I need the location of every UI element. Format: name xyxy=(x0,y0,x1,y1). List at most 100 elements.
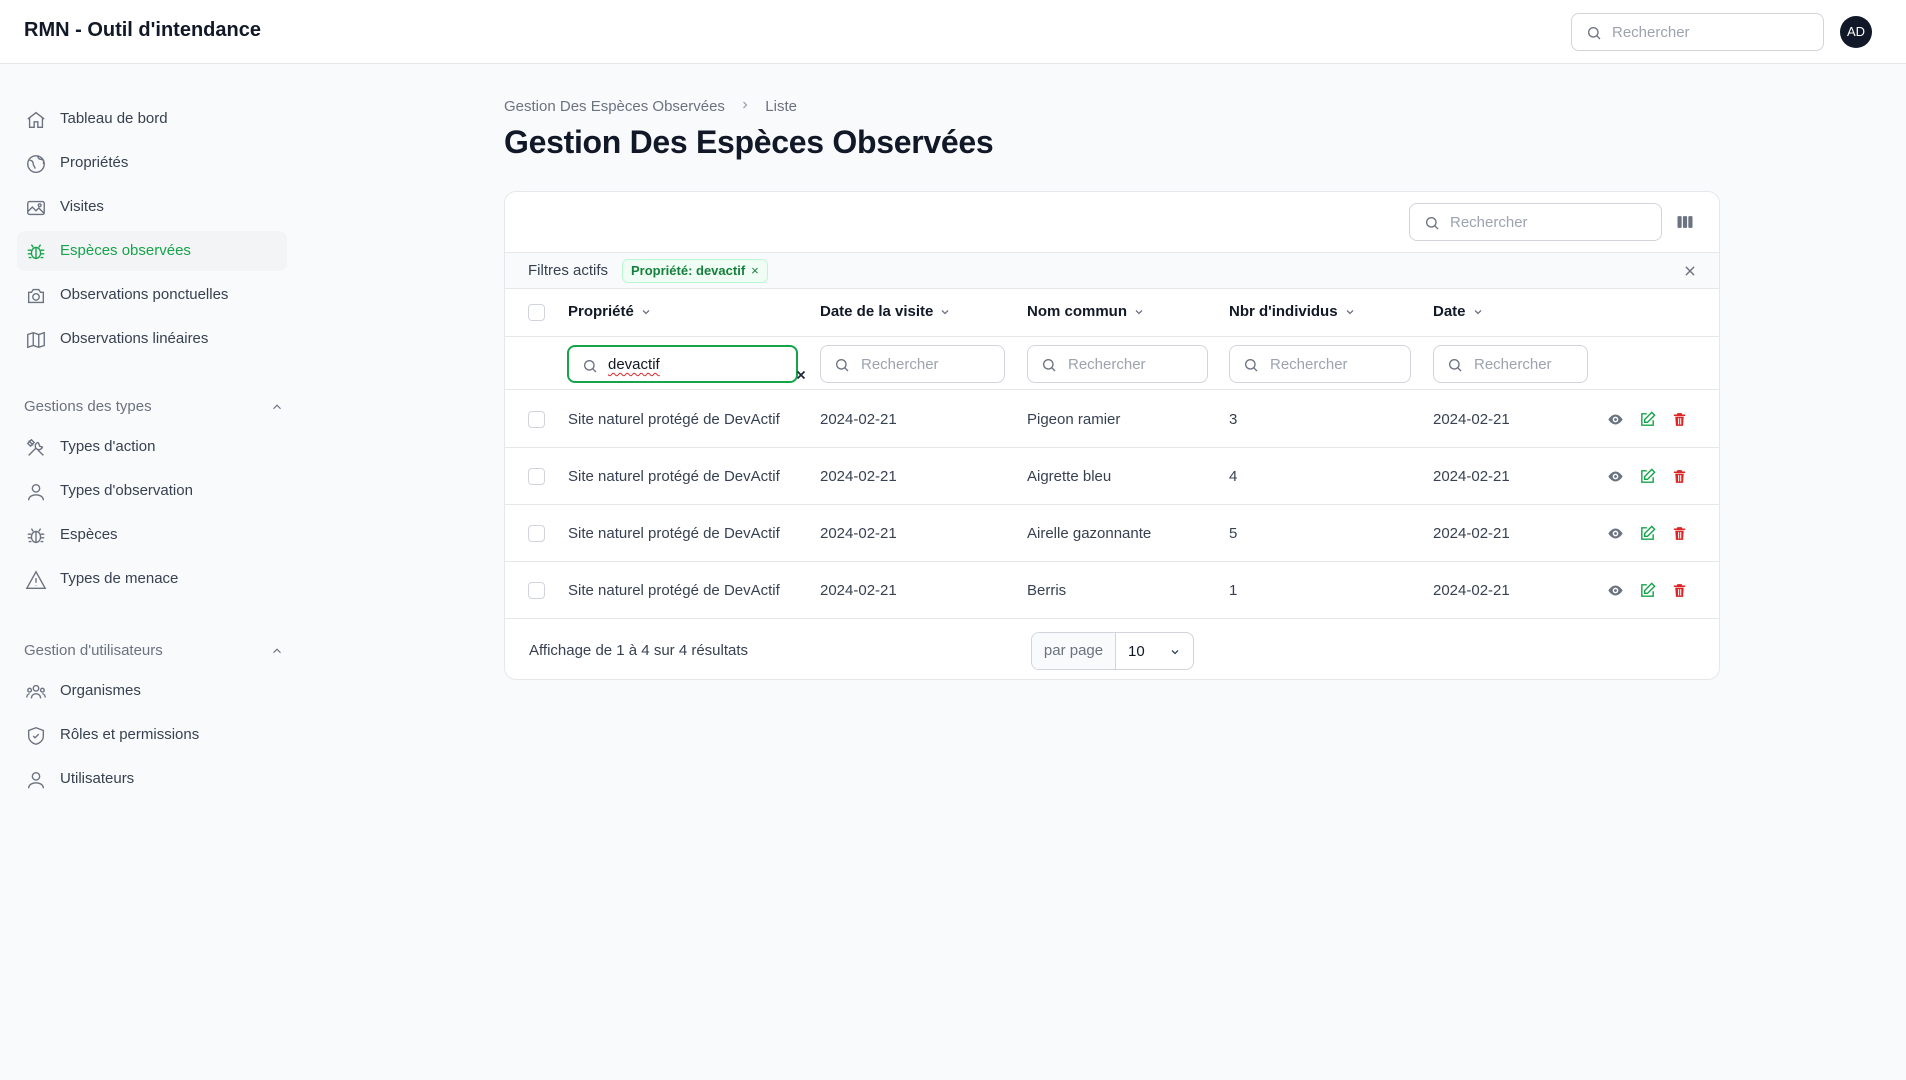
cell-date: 2024-02-21 xyxy=(1433,582,1510,599)
filter-input-nbr-individus[interactable]: Rechercher xyxy=(1229,345,1411,383)
edit-icon[interactable] xyxy=(1639,411,1656,433)
bug-icon xyxy=(27,244,45,260)
filter-placeholder: Rechercher xyxy=(861,356,939,373)
sidebar-item-label: Organismes xyxy=(60,682,141,699)
table-panel: Rechercher Filtres actifs Propriété: dev… xyxy=(504,191,1720,680)
cell-nbr-individus: 3 xyxy=(1229,411,1238,428)
filter-input-date[interactable]: Rechercher xyxy=(1433,345,1588,383)
row-checkbox[interactable] xyxy=(528,468,545,485)
column-header-nbr-individus[interactable]: Nbr d'individus xyxy=(1229,303,1356,320)
chevron-down-icon xyxy=(642,310,650,315)
delete-icon[interactable] xyxy=(1671,525,1688,547)
sidebar-item-types-observation[interactable]: Types d'observation xyxy=(17,471,287,511)
sidebar-item-tableau-de-bord[interactable]: Tableau de bord xyxy=(17,99,287,139)
users-group-icon xyxy=(26,684,46,699)
table-header: Propriété Date de la visite Nom commun N… xyxy=(505,289,1719,337)
avatar[interactable]: AD xyxy=(1840,16,1872,48)
column-header-date-visite[interactable]: Date de la visite xyxy=(820,303,951,320)
filter-input-date-visite[interactable]: Rechercher xyxy=(820,345,1005,383)
filter-placeholder: Rechercher xyxy=(1270,356,1348,373)
table-row[interactable]: Site naturel protégé de DevActif 2024-02… xyxy=(505,562,1719,619)
column-header-nom-commun[interactable]: Nom commun xyxy=(1027,303,1145,320)
cell-date: 2024-02-21 xyxy=(1433,468,1510,485)
user-icon xyxy=(27,771,45,789)
sidebar-item-especes-observees[interactable]: Espèces observées xyxy=(17,231,287,271)
cell-date-visite: 2024-02-21 xyxy=(820,525,897,542)
table-row[interactable]: Site naturel protégé de DevActif 2024-02… xyxy=(505,391,1719,448)
cell-date-visite: 2024-02-21 xyxy=(820,468,897,485)
sidebar-item-organismes[interactable]: Organismes xyxy=(17,671,287,711)
filter-input-propriete[interactable]: devactif xyxy=(567,345,806,383)
table-row[interactable]: Site naturel protégé de DevActif 2024-02… xyxy=(505,505,1719,562)
row-checkbox[interactable] xyxy=(528,525,545,542)
sidebar-group-utilisateurs[interactable]: Gestion d'utilisateurs xyxy=(24,639,284,663)
global-search-placeholder: Rechercher xyxy=(1612,24,1690,41)
sidebar-item-types-menace[interactable]: Types de menace xyxy=(17,559,287,599)
search-icon xyxy=(836,359,849,372)
global-search-input[interactable]: Rechercher xyxy=(1571,13,1824,51)
sidebar-item-roles-permissions[interactable]: Rôles et permissions xyxy=(17,715,287,755)
column-label: Nbr d'individus xyxy=(1229,303,1338,320)
view-icon[interactable] xyxy=(1607,525,1624,547)
sidebar-group-label: Gestions des types xyxy=(24,398,152,415)
view-icon[interactable] xyxy=(1607,468,1624,490)
column-toggle-button[interactable] xyxy=(1675,212,1695,237)
clear-filters-button[interactable] xyxy=(1683,264,1697,283)
cell-nom-commun: Berris xyxy=(1027,582,1067,599)
cell-nom-commun: Pigeon ramier xyxy=(1027,411,1121,428)
cell-nom-commun: Aigrette bleu xyxy=(1027,468,1112,485)
sidebar-item-observations-lineaires[interactable]: Observations linéaires xyxy=(17,319,287,359)
column-label: Propriété xyxy=(568,303,634,320)
per-page-select[interactable]: par page 10 xyxy=(1031,632,1194,670)
app-title[interactable]: RMN - Outil d'intendance xyxy=(24,19,261,42)
sidebar-item-label: Propriétés xyxy=(60,154,129,171)
sidebar-item-visites[interactable]: Visites xyxy=(17,187,287,227)
remove-filter-icon[interactable]: × xyxy=(751,263,759,278)
column-header-date[interactable]: Date xyxy=(1433,303,1484,320)
cell-nbr-individus: 1 xyxy=(1229,582,1238,599)
filter-chip[interactable]: Propriété: devactif × xyxy=(622,259,768,283)
chevron-right-icon xyxy=(739,98,751,115)
edit-icon[interactable] xyxy=(1639,468,1656,490)
delete-icon[interactable] xyxy=(1671,582,1688,604)
edit-icon[interactable] xyxy=(1639,582,1656,604)
sidebar-item-proprietes[interactable]: Propriétés xyxy=(17,143,287,183)
table-row[interactable]: Site naturel protégé de DevActif 2024-02… xyxy=(505,448,1719,505)
sidebar-item-observations-ponctuelles[interactable]: Observations ponctuelles xyxy=(17,275,287,315)
chevron-down-icon xyxy=(1474,310,1481,315)
sidebar-item-especes[interactable]: Espèces xyxy=(17,515,287,555)
view-icon[interactable] xyxy=(1607,582,1624,604)
sidebar-item-label: Visites xyxy=(60,198,104,215)
delete-icon[interactable] xyxy=(1671,468,1688,490)
cell-nbr-individus: 5 xyxy=(1229,525,1238,542)
tools-icon xyxy=(26,438,44,456)
table-search-input[interactable]: Rechercher xyxy=(1409,203,1662,241)
chevron-down-icon xyxy=(1346,310,1354,315)
home-icon xyxy=(27,111,45,129)
sidebar-group-types[interactable]: Gestions des types xyxy=(24,395,284,419)
sidebar-group-label: Gestion d'utilisateurs xyxy=(24,642,163,659)
row-checkbox[interactable] xyxy=(528,582,545,599)
search-icon xyxy=(1426,217,1439,230)
sidebar-item-types-action[interactable]: Types d'action xyxy=(17,427,287,467)
globe-icon xyxy=(27,155,45,173)
filter-placeholder: Rechercher xyxy=(1068,356,1146,373)
chevron-up-icon xyxy=(273,648,281,654)
row-checkbox[interactable] xyxy=(528,411,545,428)
search-icon xyxy=(1449,359,1462,372)
cell-nbr-individus: 4 xyxy=(1229,468,1238,485)
sidebar-item-utilisateurs[interactable]: Utilisateurs xyxy=(17,759,287,799)
cell-propriete: Site naturel protégé de DevActif xyxy=(568,411,780,428)
sidebar-item-label: Observations ponctuelles xyxy=(60,286,229,303)
map-icon xyxy=(27,331,45,349)
view-icon[interactable] xyxy=(1607,411,1624,433)
column-header-propriete[interactable]: Propriété xyxy=(568,303,652,320)
edit-icon[interactable] xyxy=(1639,525,1656,547)
select-all-checkbox[interactable] xyxy=(528,304,545,321)
breadcrumb-parent[interactable]: Gestion Des Espèces Observées xyxy=(504,98,725,115)
filter-input-nom-commun[interactable]: Rechercher xyxy=(1027,345,1208,383)
sidebar-item-label: Utilisateurs xyxy=(60,770,135,787)
search-icon xyxy=(584,360,597,373)
delete-icon[interactable] xyxy=(1671,411,1688,433)
column-label: Nom commun xyxy=(1027,303,1128,320)
